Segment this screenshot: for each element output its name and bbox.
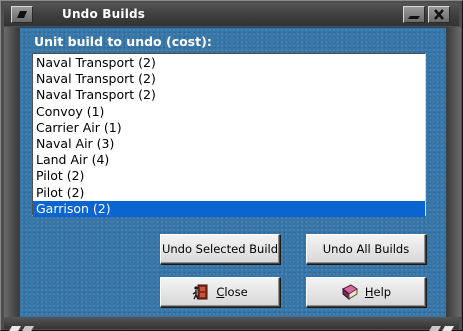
- right-frame-rail: [446, 27, 461, 317]
- list-item[interactable]: Convoy (1): [33, 104, 425, 120]
- help-button[interactable]: Help: [306, 277, 426, 307]
- list-item[interactable]: Land Air (4): [33, 152, 425, 168]
- restore-icon[interactable]: [11, 6, 33, 23]
- undo-selected-build-button[interactable]: Undo Selected Build: [160, 234, 280, 264]
- window-title: Undo Builds: [62, 7, 146, 21]
- close-label: Close: [216, 285, 248, 299]
- undo-builds-window: Undo Builds Unit build to undo (cost): N…: [0, 0, 463, 331]
- minimize-icon[interactable]: [403, 6, 425, 23]
- resize-grip-left-icon[interactable]: [7, 319, 37, 331]
- close-x-icon[interactable]: [428, 6, 450, 23]
- resize-grip-right-icon[interactable]: [427, 319, 457, 331]
- title-bar[interactable]: Undo Builds: [4, 3, 459, 26]
- list-item[interactable]: Naval Transport (2): [33, 87, 425, 103]
- list-item[interactable]: Carrier Air (1): [33, 120, 425, 136]
- bottom-frame: [4, 317, 459, 329]
- undo-all-builds-label: Undo All Builds: [322, 242, 410, 256]
- list-item[interactable]: Naval Air (3): [33, 136, 425, 152]
- list-label: Unit build to undo (cost):: [34, 34, 212, 49]
- left-frame-rail: [4, 27, 19, 317]
- list-item[interactable]: Naval Transport (2): [33, 71, 425, 87]
- list-item-selected[interactable]: Garrison (2): [33, 200, 425, 217]
- list-item[interactable]: Naval Transport (2): [33, 55, 425, 71]
- undo-selected-build-label: Undo Selected Build: [161, 242, 279, 256]
- undo-all-builds-button[interactable]: Undo All Builds: [306, 234, 426, 264]
- door-exit-icon: [192, 283, 210, 301]
- book-icon: [341, 283, 359, 301]
- list-item[interactable]: Pilot (2): [33, 185, 425, 201]
- help-label: Help: [364, 285, 392, 299]
- close-button[interactable]: Close: [160, 277, 280, 307]
- list-item[interactable]: Pilot (2): [33, 168, 425, 184]
- unit-build-list[interactable]: Naval Transport (2) Naval Transport (2) …: [32, 53, 426, 217]
